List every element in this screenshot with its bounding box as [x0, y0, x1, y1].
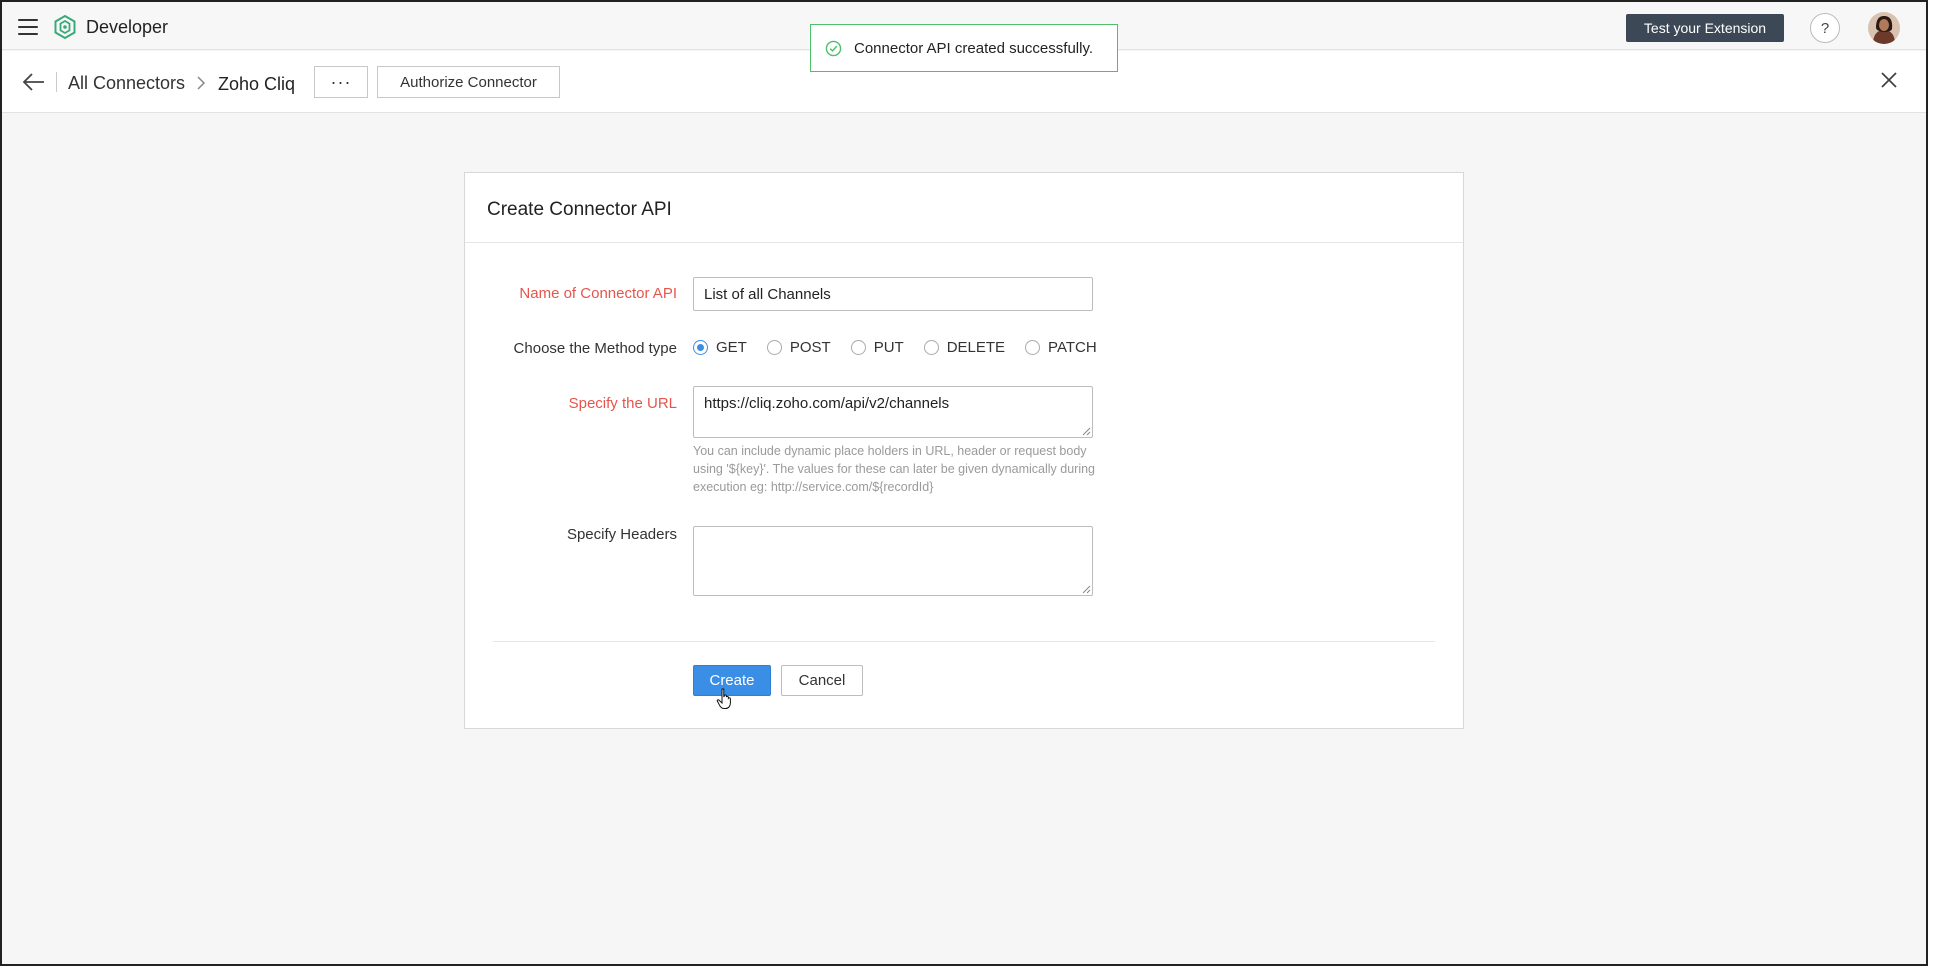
method-label: Choose the Method type [513, 340, 677, 357]
help-button[interactable]: ? [1810, 13, 1840, 43]
resize-handle-icon[interactable] [1082, 585, 1091, 594]
radio-icon [923, 340, 939, 355]
radio-icon [850, 340, 866, 355]
cancel-button[interactable]: Cancel [781, 665, 863, 696]
card-title: Create Connector API [487, 199, 672, 220]
url-textarea[interactable]: https://cliq.zoho.com/api/v2/channels [693, 386, 1093, 438]
chevron-right-icon [197, 76, 206, 90]
connector-name-input[interactable]: List of all Channels [693, 277, 1093, 311]
app-window: Developer Test your Extension ? Connecto… [0, 0, 1928, 966]
headers-textarea[interactable] [693, 526, 1093, 596]
url-label: Specify the URL [568, 395, 677, 412]
more-options-button[interactable]: ··· [314, 66, 368, 98]
method-radio-patch[interactable]: PATCH [1025, 339, 1097, 356]
create-connector-api-card: Create Connector API Name of Connector A… [464, 172, 1464, 729]
connector-name-value: List of all Channels [704, 286, 831, 303]
method-radio-delete[interactable]: DELETE [923, 339, 1005, 356]
hand-cursor-icon [716, 688, 731, 709]
developer-logo-icon [54, 14, 76, 40]
divider [465, 242, 1463, 243]
radio-icon [1025, 340, 1041, 355]
resize-handle-icon[interactable] [1082, 427, 1091, 436]
menu-icon[interactable] [18, 19, 38, 35]
breadcrumb-current: Zoho Cliq [218, 74, 296, 94]
success-toast: Connector API created successfully. [810, 24, 1118, 72]
check-circle-icon [825, 40, 842, 56]
test-extension-button[interactable]: Test your Extension [1626, 14, 1784, 42]
method-radio-group: GET POST PUT DELETE PATCH [693, 339, 1117, 356]
url-hint: You can include dynamic place holders in… [693, 444, 1096, 494]
headers-label: Specify Headers [566, 526, 677, 543]
url-value: https://cliq.zoho.com/api/v2/channels [704, 395, 950, 412]
user-avatar-icon [1868, 12, 1900, 44]
close-icon[interactable] [1880, 71, 1898, 89]
divider [493, 641, 1435, 642]
name-label: Name of Connector API [519, 285, 677, 302]
toast-message: Connector API created successfully. [854, 39, 1094, 57]
back-arrow-icon[interactable] [22, 71, 46, 93]
breadcrumb-all-connectors[interactable]: All Connectors [68, 73, 185, 94]
method-radio-post[interactable]: POST [766, 339, 831, 356]
radio-icon [766, 340, 782, 355]
divider [56, 72, 57, 92]
avatar[interactable] [1868, 12, 1900, 44]
radio-selected-icon [693, 340, 708, 355]
method-radio-get[interactable]: GET [693, 339, 747, 356]
app-name: Developer [86, 17, 169, 37]
method-radio-put[interactable]: PUT [850, 339, 904, 356]
authorize-connector-button[interactable]: Authorize Connector [377, 66, 560, 98]
